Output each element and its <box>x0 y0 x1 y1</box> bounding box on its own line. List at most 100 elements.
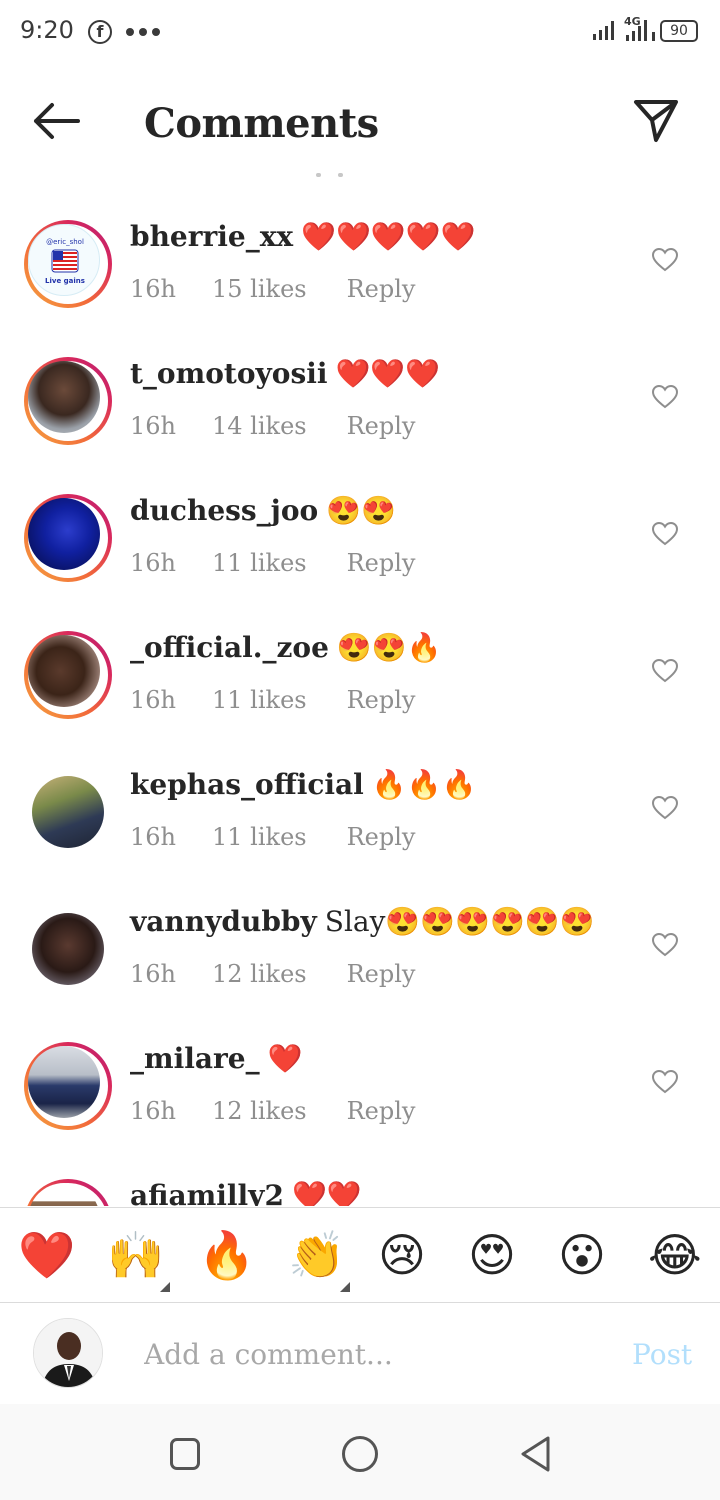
avatar-image <box>32 913 104 985</box>
emoji-raising-hands-button[interactable]: 🙌 <box>107 1230 164 1280</box>
comment-likes[interactable]: 11 likes <box>212 549 307 577</box>
page-title: Comments <box>144 100 379 147</box>
comment-meta: 16h 11 likes Reply <box>130 549 415 577</box>
comment-text: t_omotoyosii ❤️❤️❤️ <box>130 357 440 390</box>
comment-text: _milare_ ❤️ <box>130 1042 302 1075</box>
avatar-image <box>28 635 100 707</box>
reply-button[interactable]: Reply <box>347 1097 416 1125</box>
avatar[interactable] <box>32 776 104 848</box>
emoji-surprised-button[interactable]: 😮 <box>558 1230 606 1280</box>
comments-header: Comments <box>0 64 720 180</box>
recent-apps-icon[interactable] <box>170 1438 200 1470</box>
comment-time: 16h <box>130 686 176 714</box>
comment-username[interactable]: kephas_official <box>130 768 364 801</box>
like-heart-icon[interactable] <box>652 659 678 683</box>
reply-button[interactable]: Reply <box>347 412 416 440</box>
comment-time: 16h <box>130 549 176 577</box>
comment-meta: 16h 12 likes Reply <box>130 960 415 988</box>
comment-username[interactable]: afiamilly2 <box>130 1179 284 1206</box>
emoji-fire-button[interactable]: 🔥 <box>198 1230 255 1280</box>
avatar-image <box>28 1046 100 1118</box>
comment-body: 😍😍 <box>326 494 396 527</box>
avatar[interactable] <box>24 1042 112 1130</box>
avatar[interactable] <box>24 631 112 719</box>
comment-username[interactable]: _milare_ <box>130 1042 260 1075</box>
facebook-notification-icon: f <box>88 20 112 44</box>
comment-likes[interactable]: 11 likes <box>212 823 307 851</box>
avatar[interactable] <box>24 494 112 582</box>
reply-button[interactable]: Reply <box>347 275 416 303</box>
back-arrow-icon[interactable] <box>30 100 82 142</box>
comment-username[interactable]: bherrie_xx <box>130 220 293 253</box>
comment-row: _milare_ ❤️ 16h 12 likes Reply <box>0 1002 720 1139</box>
comment-username[interactable]: _official._zoe <box>130 631 329 664</box>
post-button[interactable]: Post <box>632 1338 692 1371</box>
comment-body: ❤️❤️❤️❤️❤️ <box>301 220 476 253</box>
avatar[interactable] <box>24 1179 112 1206</box>
avatar[interactable] <box>32 913 104 985</box>
comment-likes[interactable]: 11 likes <box>212 686 307 714</box>
comment-body: Slay😍😍😍😍😍😍 <box>324 905 595 938</box>
comments-list[interactable]: @eric_shol Live gains bherrie_xx ❤️❤️❤️❤️… <box>0 180 720 1206</box>
comment-likes[interactable]: 12 likes <box>212 1097 307 1125</box>
skin-tone-indicator-icon <box>160 1282 170 1292</box>
emoji-heart-button[interactable]: ❤️ <box>18 1230 75 1280</box>
comment-row: @eric_shol Live gains bherrie_xx ❤️❤️❤️❤️… <box>0 180 720 317</box>
comment-row: vannydubby Slay😍😍😍😍😍😍 16h 12 likes Reply <box>0 865 720 1002</box>
avatar[interactable]: @eric_shol Live gains <box>24 220 112 308</box>
like-heart-icon[interactable] <box>652 933 678 957</box>
comment-body: 😍😍🔥 <box>336 631 442 664</box>
comment-row: kephas_official 🔥🔥🔥 16h 11 likes Reply <box>0 728 720 865</box>
emoji-quick-bar: ❤️ 🙌 🔥 👏 😢 😍 😮 😂 <box>0 1207 720 1303</box>
nav-back-icon[interactable] <box>518 1435 554 1473</box>
comment-time: 16h <box>130 275 176 303</box>
comment-likes[interactable]: 14 likes <box>212 412 307 440</box>
emoji-crying-button[interactable]: 😢 <box>378 1230 426 1280</box>
battery-icon: 90 <box>660 20 698 42</box>
avatar-image <box>32 776 104 848</box>
like-heart-icon[interactable] <box>652 1070 678 1094</box>
avatar-image <box>28 361 100 433</box>
comment-text: _official._zoe 😍😍🔥 <box>130 631 442 664</box>
comment-likes[interactable]: 12 likes <box>212 960 307 988</box>
comment-body: ❤️❤️❤️ <box>335 357 441 390</box>
home-icon[interactable] <box>342 1436 378 1472</box>
comment-text: bherrie_xx ❤️❤️❤️❤️❤️ <box>130 220 475 253</box>
add-comment-input[interactable] <box>144 1330 604 1378</box>
comment-time: 16h <box>130 412 176 440</box>
comment-username[interactable]: vannydubby <box>130 905 317 938</box>
reply-button[interactable]: Reply <box>347 823 416 851</box>
system-nav-bar <box>0 1404 720 1500</box>
reply-button[interactable]: Reply <box>347 549 416 577</box>
comment-row: t_omotoyosii ❤️❤️❤️ 16h 14 likes Reply <box>0 317 720 454</box>
comment-composer: Post <box>0 1304 720 1404</box>
reply-button[interactable]: Reply <box>347 960 416 988</box>
comment-body: ❤️❤️ <box>291 1179 362 1206</box>
comment-body: 🔥🔥🔥 <box>371 768 477 801</box>
comment-likes[interactable]: 15 likes <box>212 275 307 303</box>
comment-username[interactable]: t_omotoyosii <box>130 357 328 390</box>
cellular-signal-icon: 4G <box>624 15 655 41</box>
emoji-clapping-button[interactable]: 👏 <box>288 1230 345 1280</box>
avatar-caption-text: Live gains <box>45 277 85 285</box>
avatar-image <box>28 498 100 570</box>
avatar[interactable] <box>24 357 112 445</box>
comment-text: vannydubby Slay😍😍😍😍😍😍 <box>130 905 595 938</box>
emoji-heart-eyes-button[interactable]: 😍 <box>468 1230 516 1280</box>
emoji-laughing-button[interactable]: 😂 <box>648 1230 702 1280</box>
like-heart-icon[interactable] <box>652 248 678 272</box>
like-heart-icon[interactable] <box>652 796 678 820</box>
like-heart-icon[interactable] <box>652 385 678 409</box>
comment-text: kephas_official 🔥🔥🔥 <box>130 768 476 801</box>
direct-share-icon[interactable] <box>632 98 680 144</box>
status-time: 9:20 <box>20 16 74 44</box>
like-heart-icon[interactable] <box>652 522 678 546</box>
status-bar: 9:20 f 4G 90 <box>0 0 720 64</box>
avatar-handle-text: @eric_shol <box>46 238 84 246</box>
comment-time: 16h <box>130 960 176 988</box>
reply-button[interactable]: Reply <box>347 686 416 714</box>
avatar-image: @eric_shol Live gains <box>45 238 85 285</box>
comment-row: _official._zoe 😍😍🔥 16h 11 likes Reply <box>0 591 720 728</box>
comment-username[interactable]: duchess_joo <box>130 494 318 527</box>
comment-meta: 16h 11 likes Reply <box>130 823 415 851</box>
